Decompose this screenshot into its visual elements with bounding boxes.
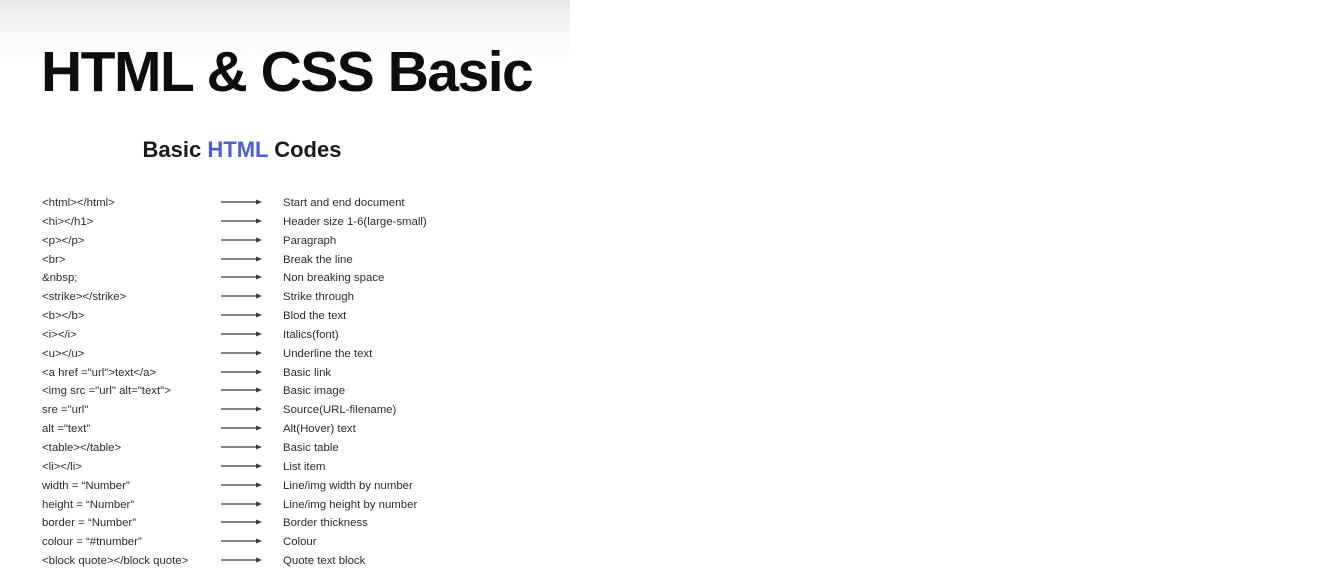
code-description: Source(URL-filename) [283, 404, 397, 417]
code-row: <li></li> List item [0, 459, 570, 478]
html-code: <hi></h1> [42, 215, 94, 228]
html-code: <img src ="url" alt="text"> [42, 385, 171, 398]
code-description: Line/img width by number [283, 479, 413, 492]
code-row: <hi></h1> Header size 1-6(large-small) [0, 214, 570, 233]
html-code: border = “Number” [42, 517, 137, 530]
code-description: Start and end document [283, 197, 405, 209]
right-arrow-icon [221, 482, 262, 488]
right-arrow-icon [221, 406, 262, 412]
html-code: <strike></strike> [42, 291, 127, 304]
right-arrow-icon [221, 369, 262, 375]
code-row: <a href ="url">text</a> Basic link [0, 365, 570, 384]
right-arrow-icon [221, 274, 262, 280]
section-heading: Basic HTML Codes [0, 136, 484, 164]
html-code: colour = “#tnumber” [42, 536, 142, 549]
right-arrow-icon [221, 256, 262, 262]
code-description: Border thickness [283, 517, 368, 530]
right-arrow-icon [221, 387, 262, 393]
right-arrow-icon [221, 331, 262, 337]
code-description: Strike through [283, 291, 354, 304]
section-heading-accent: HTML [207, 137, 269, 162]
code-description: Quote text block [283, 555, 366, 568]
code-description: Blod the text [283, 310, 347, 323]
right-arrow-icon [221, 199, 262, 205]
html-code: alt ="text" [42, 423, 91, 436]
code-row: alt ="text" Alt(Hover) text [0, 421, 570, 440]
code-row: sre ="url" Source(URL-filename) [0, 402, 570, 421]
code-row: <i></i> Italics(font) [0, 327, 570, 346]
right-arrow-icon [221, 237, 262, 243]
right-arrow-icon [221, 293, 262, 299]
code-description: Basic link [283, 366, 332, 379]
code-row: <u></u> Underline the text [0, 346, 570, 365]
code-description: List item [283, 460, 326, 473]
right-arrow-icon [221, 557, 262, 563]
code-description: Non breaking space [283, 272, 385, 285]
html-code: <li></li> [42, 460, 82, 473]
html-code: <b></b> [42, 310, 85, 323]
code-row: colour = “#tnumber” Colour [0, 534, 570, 553]
code-row: width = “Number” Line/img width by number [0, 478, 570, 497]
right-arrow-icon [221, 218, 262, 224]
code-row: <table></table> Basic table [0, 440, 570, 459]
html-code: &nbsp; [42, 272, 78, 285]
code-row: height = “Number” Line/img height by numb… [0, 497, 570, 516]
html-code: <i></i> [42, 328, 77, 341]
section-heading-prefix: Basic [142, 137, 208, 162]
code-row: border = “Number” Border thickness [0, 515, 570, 534]
code-description: Underline the text [283, 347, 373, 360]
right-arrow-icon [221, 538, 262, 544]
code-description: Basic image [283, 385, 346, 398]
html-code: <u></u> [42, 347, 85, 360]
code-row: <b></b> Blod the text [0, 308, 570, 327]
html-code: sre ="url" [42, 404, 89, 417]
right-arrow-icon [221, 463, 262, 469]
code-description: Italics(font) [283, 328, 339, 341]
code-row: <block quote></block quote> Quote text bl… [0, 553, 570, 572]
right-arrow-icon [221, 444, 262, 450]
code-row: <strike></strike> Strike through [0, 289, 570, 308]
html-code: <table></table> [42, 441, 122, 454]
html-code: <html></html> [42, 197, 115, 209]
right-arrow-icon [221, 312, 262, 318]
slide-title: HTML & CSS Basic [41, 40, 534, 104]
right-arrow-icon [221, 350, 262, 356]
code-row: &nbsp; Non breaking space [0, 270, 570, 289]
code-description: Colour [283, 536, 317, 549]
code-description: Basic table [283, 441, 339, 454]
html-code: height = “Number” [42, 498, 135, 511]
code-description: Line/img height by number [283, 498, 418, 511]
code-list: <html></html> Start and end document <hi><… [0, 195, 570, 572]
html-code: <br> [42, 253, 66, 266]
html-code: <p></p> [42, 234, 85, 247]
right-arrow-icon [221, 501, 262, 506]
html-code: width = “Number” [42, 479, 130, 492]
html-code: <block quote></block quote> [42, 555, 189, 568]
html-code: <a href ="url">text</a> [42, 366, 157, 379]
code-row: <html></html> Start and end document [0, 195, 570, 214]
code-description: Alt(Hover) text [283, 423, 356, 436]
right-arrow-icon [221, 519, 262, 525]
code-description: Break the line [283, 253, 353, 266]
slide: HTML & CSS Basic Basic HTML Codes <html>… [0, 0, 570, 585]
right-arrow-icon [221, 425, 262, 431]
code-description: Header size 1-6(large-small) [283, 215, 427, 228]
code-row: <p></p> Paragraph [0, 233, 570, 252]
code-row: <img src ="url" alt="text"> Basic image [0, 383, 570, 402]
section-heading-suffix: Codes [268, 137, 342, 162]
code-description: Paragraph [283, 234, 337, 247]
code-row: <br> Break the line [0, 252, 570, 271]
